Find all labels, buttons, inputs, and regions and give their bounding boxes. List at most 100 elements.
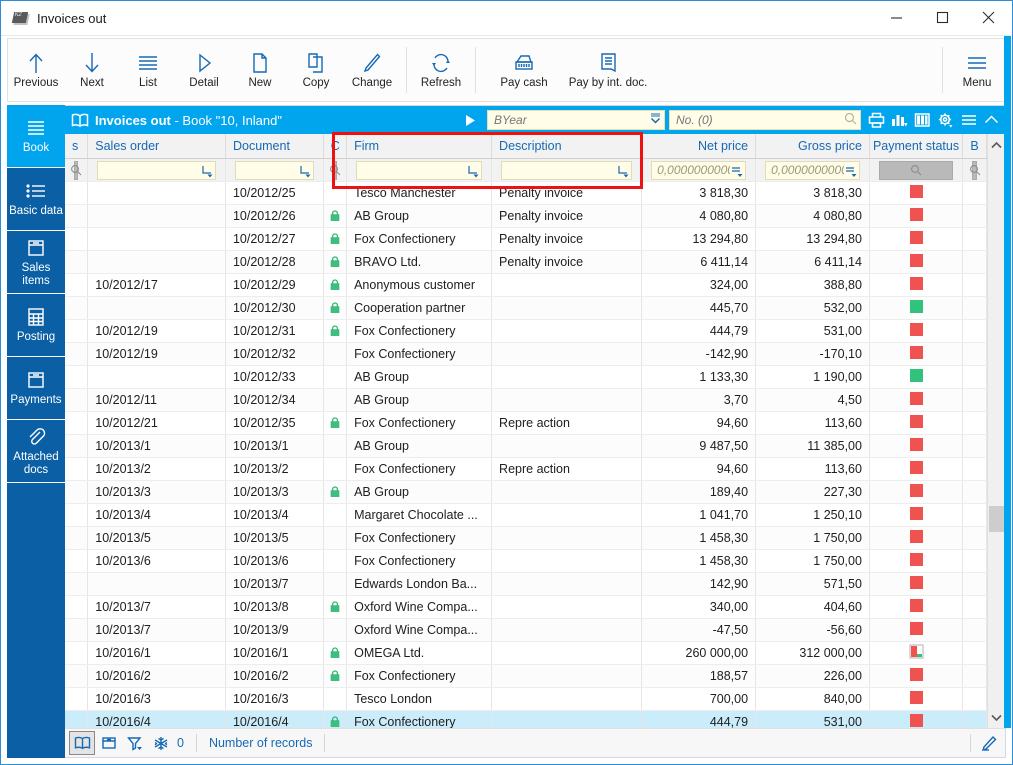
cell-sales-order[interactable]: 10/2012/19 [87,342,226,366]
cell-gross-price[interactable]: 11 385,00 [755,434,870,458]
col-header-document[interactable]: Document [225,134,325,159]
cell-document[interactable]: 10/2013/9 [225,618,325,642]
table-row[interactable]: 10/2013/7 10/2013/8 Oxford Wine Compa... 34… [65,595,987,619]
cell-s[interactable] [65,595,89,619]
scroll-up-button[interactable] [988,134,1005,156]
cell-b[interactable] [962,365,987,389]
cell-b[interactable] [962,181,987,205]
cell-net-price[interactable]: 1 458,30 [641,526,757,550]
cell-payment-status[interactable] [869,273,964,297]
cell-sales-order[interactable] [87,365,226,389]
cell-description[interactable] [491,319,643,343]
cell-net-price[interactable]: 4 080,80 [641,204,757,228]
detail-button[interactable]: Detail [176,39,232,101]
cell-description[interactable] [491,572,643,596]
cell-gross-price[interactable]: 227,30 [755,480,870,504]
cell-b[interactable] [962,710,987,728]
cell-s[interactable] [65,549,89,573]
table-row[interactable]: 10/2012/28 BRAVO Ltd. Penalty invoice 6 411… [65,250,987,274]
cell-s[interactable] [65,250,89,274]
cell-b[interactable] [962,319,987,343]
filter-cell-s[interactable] [65,158,89,182]
col-header-lock[interactable]: C [323,134,348,159]
cell-sales-order[interactable]: 10/2012/21 [87,411,226,435]
cell-firm[interactable]: Oxford Wine Compa... [346,595,493,619]
gear-icon[interactable] [935,109,956,131]
cell-payment-status[interactable] [869,365,964,389]
cell-document[interactable]: 10/2012/31 [225,319,325,343]
cell-document[interactable]: 10/2012/28 [225,250,325,274]
cell-payment-status[interactable] [869,572,964,596]
cell-firm[interactable]: Tesco Manchester [346,181,493,205]
cell-b[interactable] [962,204,987,228]
cell-s[interactable] [65,319,89,343]
cell-lock[interactable] [323,595,348,619]
cell-firm[interactable]: Fox Confectionery [346,457,493,481]
cell-description[interactable] [491,618,643,642]
cell-gross-price[interactable]: 1 190,00 [755,365,870,389]
filter-cell-status[interactable] [869,158,964,182]
cell-document[interactable]: 10/2013/7 [225,572,325,596]
cell-description[interactable] [491,480,643,504]
cell-lock[interactable] [323,457,348,481]
cell-sales-order[interactable]: 10/2012/17 [87,273,226,297]
cell-sales-order[interactable]: 10/2016/2 [87,664,226,688]
cell-lock[interactable] [323,342,348,366]
sidebar-item-basic-data[interactable]: Basic data [7,168,65,231]
cell-lock[interactable] [323,503,348,527]
next-button[interactable]: Next [64,39,120,101]
cell-b[interactable] [962,250,987,274]
cell-description[interactable]: Repre action [491,457,643,481]
sidebar-item-payments[interactable]: Payments [7,357,65,420]
hamburger-menu-icon[interactable] [958,109,979,131]
cell-b[interactable] [962,664,987,688]
cell-s[interactable] [65,687,89,711]
scroll-down-button[interactable] [988,706,1005,728]
cell-firm[interactable]: AB Group [346,480,493,504]
cell-net-price[interactable]: 1 041,70 [641,503,757,527]
sidebar-item-book[interactable]: Book [7,105,65,168]
cell-description[interactable] [491,526,643,550]
col-header-firm[interactable]: Firm [346,134,493,159]
columns-icon[interactable] [912,109,933,131]
pay-cash-button[interactable]: Pay cash [482,39,566,101]
cell-net-price[interactable]: 94,60 [641,411,757,435]
cell-document[interactable]: 10/2013/4 [225,503,325,527]
cell-net-price[interactable]: 6 411,14 [641,250,757,274]
table-row[interactable]: 10/2013/3 10/2013/3 AB Group 189,40 227,30 [65,480,987,504]
number-search-input[interactable] [676,113,844,127]
cell-sales-order[interactable]: 10/2012/19 [87,319,226,343]
cell-b[interactable] [962,641,987,665]
cell-sales-order[interactable] [87,227,226,251]
cell-description[interactable] [491,710,643,728]
table-row[interactable]: 10/2016/1 10/2016/1 OMEGA Ltd. 260 000,00 31… [65,641,987,665]
cell-gross-price[interactable]: 226,00 [755,664,870,688]
refresh-button[interactable]: Refresh [413,39,469,101]
cell-net-price[interactable]: 1 133,30 [641,365,757,389]
cell-net-price[interactable]: 142,90 [641,572,757,596]
cell-firm[interactable]: OMEGA Ltd. [346,641,493,665]
cell-b[interactable] [962,480,987,504]
cell-s[interactable] [65,710,89,728]
cell-payment-status[interactable] [869,549,964,573]
cell-document[interactable]: 10/2013/1 [225,434,325,458]
table-row[interactable]: 10/2013/5 10/2013/5 Fox Confectionery 1 458… [65,526,987,550]
table-row[interactable]: 10/2013/6 10/2013/6 Fox Confectionery 1 458… [65,549,987,573]
cell-s[interactable] [65,342,89,366]
cell-gross-price[interactable]: 113,60 [755,457,870,481]
cell-b[interactable] [962,595,987,619]
table-row[interactable]: 10/2012/26 AB Group Penalty invoice 4 080,8… [65,204,987,228]
scroll-track[interactable] [988,156,1005,706]
edit-mode-button[interactable] [977,732,1001,754]
cell-lock[interactable] [323,296,348,320]
cell-net-price[interactable]: 13 294,80 [641,227,757,251]
cell-b[interactable] [962,572,987,596]
cell-net-price[interactable]: 445,70 [641,296,757,320]
cell-description[interactable] [491,273,643,297]
book-view-button[interactable] [69,731,95,755]
table-row[interactable]: 10/2013/7 Edwards London Ba... 142,90 571,5… [65,572,987,596]
copy-button[interactable]: Copy [288,39,344,101]
print-icon[interactable] [866,109,887,131]
cell-firm[interactable]: Oxford Wine Compa... [346,618,493,642]
cell-firm[interactable]: Fox Confectionery [346,319,493,343]
